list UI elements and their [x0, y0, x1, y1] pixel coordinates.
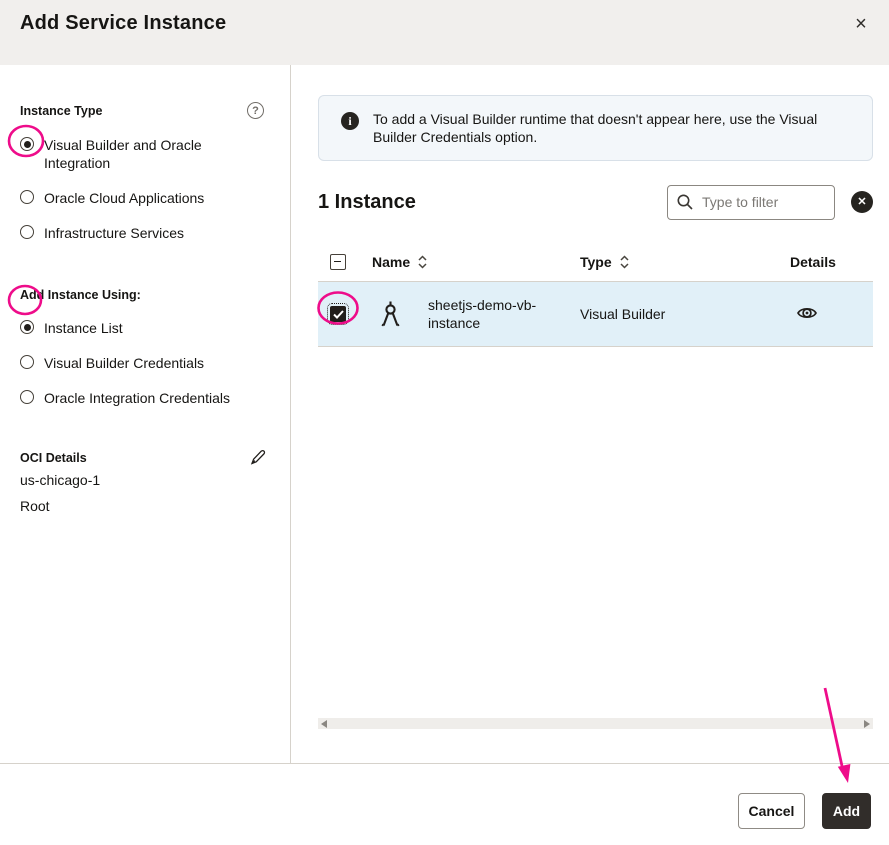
table-row[interactable]: sheetjs-demo-vb-instance Visual Builder	[318, 282, 873, 347]
filter-search-box[interactable]	[667, 185, 835, 220]
instance-name: sheetjs-demo-vb-instance	[428, 296, 554, 332]
info-banner: i To add a Visual Builder runtime that d…	[318, 95, 873, 161]
radio-label: Visual Builder Credentials	[44, 354, 204, 372]
radio-oracle-cloud-applications[interactable]: Oracle Cloud Applications	[20, 189, 270, 207]
radio-visual-builder-credentials[interactable]: Visual Builder Credentials	[20, 354, 270, 372]
add-instance-using-label: Add Instance Using:	[20, 288, 141, 302]
radio-icon	[20, 225, 34, 239]
help-icon[interactable]: ?	[247, 102, 264, 119]
search-icon	[676, 193, 694, 211]
radio-label: Infrastructure Services	[44, 224, 184, 242]
radio-oracle-integration-credentials[interactable]: Oracle Integration Credentials	[20, 389, 270, 407]
radio-label: Oracle Integration Credentials	[44, 389, 230, 407]
main-panel: i To add a Visual Builder runtime that d…	[292, 65, 889, 763]
table-header-row: Name Type Details	[318, 242, 873, 282]
info-banner-text: To add a Visual Builder runtime that doe…	[373, 110, 851, 146]
column-header-name[interactable]: Name	[372, 254, 410, 270]
clear-filter-icon[interactable]: ✕	[851, 191, 873, 213]
scroll-right-icon[interactable]	[864, 720, 870, 728]
instance-table: Name Type Details	[318, 242, 873, 347]
instance-count-heading: 1 Instance	[318, 191, 416, 214]
sidebar: Instance Type ? Visual Builder and Oracl…	[0, 65, 291, 763]
visual-builder-compass-icon	[381, 301, 400, 328]
oci-details-label: OCI Details	[20, 451, 87, 465]
column-header-type[interactable]: Type	[580, 254, 612, 270]
eye-icon[interactable]	[796, 302, 818, 324]
radio-instance-list[interactable]: Instance List	[20, 319, 270, 337]
sort-icon[interactable]	[619, 255, 630, 269]
oci-region-value: us-chicago-1	[20, 468, 270, 492]
radio-icon	[20, 320, 34, 334]
scroll-left-icon[interactable]	[321, 720, 327, 728]
sort-icon[interactable]	[417, 255, 428, 269]
filter-input[interactable]	[702, 194, 820, 210]
instance-type: Visual Builder	[580, 306, 790, 322]
radio-visual-builder-and-oracle-integration[interactable]: Visual Builder and Oracle Integration	[20, 136, 270, 172]
oci-compartment-value: Root	[20, 494, 270, 518]
dialog-title: Add Service Instance	[20, 12, 226, 35]
radio-label: Instance List	[44, 319, 123, 337]
radio-icon	[20, 190, 34, 204]
radio-icon	[20, 137, 34, 151]
dialog-header: Add Service Instance ×	[0, 0, 889, 65]
column-header-details: Details	[790, 254, 836, 270]
horizontal-scrollbar[interactable]	[318, 718, 873, 729]
radio-infrastructure-services[interactable]: Infrastructure Services	[20, 224, 270, 242]
radio-label: Visual Builder and Oracle Integration	[44, 136, 244, 172]
info-icon: i	[341, 112, 359, 130]
edit-pencil-icon[interactable]	[249, 449, 266, 466]
footer: Cancel Add	[0, 764, 889, 845]
radio-icon	[20, 390, 34, 404]
cancel-button[interactable]: Cancel	[738, 793, 805, 829]
close-icon[interactable]: ×	[849, 12, 873, 36]
radio-icon	[20, 355, 34, 369]
add-button[interactable]: Add	[822, 793, 871, 829]
select-all-checkbox[interactable]	[330, 254, 346, 270]
radio-label: Oracle Cloud Applications	[44, 189, 204, 207]
instance-type-label: Instance Type	[20, 104, 102, 118]
row-checkbox[interactable]	[330, 306, 346, 322]
